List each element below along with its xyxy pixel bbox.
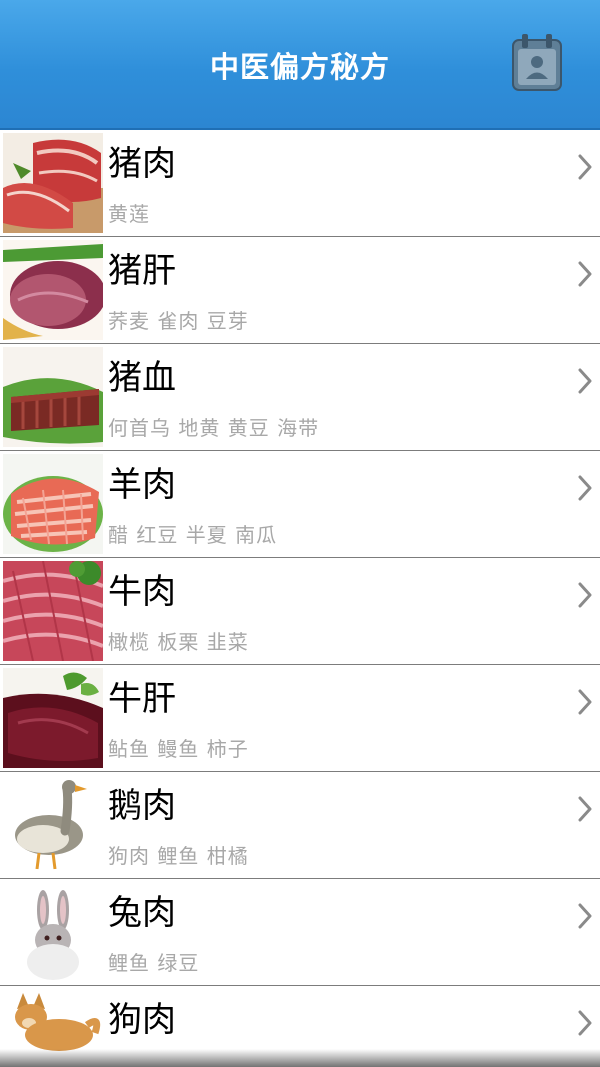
chevron-right-icon: [578, 368, 592, 394]
item-name: 猪肝: [108, 251, 176, 291]
item-name: 牛肉: [108, 572, 176, 612]
calendar-contact-icon[interactable]: [510, 32, 564, 94]
pig-blood-image: [3, 347, 103, 447]
app-screen: 中医偏方秘方 猪肉 黄莲 猪肝 荞麦 雀肉 豆芽 猪血 何首乌 地黄 黄豆 海带…: [0, 0, 600, 1067]
title-bar: 中医偏方秘方: [0, 0, 600, 130]
list-item[interactable]: 猪肝 荞麦 雀肉 豆芽: [0, 237, 600, 344]
mutton-image: [3, 454, 103, 554]
item-name: 猪肉: [108, 144, 176, 184]
chevron-right-icon: [578, 261, 592, 287]
pork-liver-image: [3, 240, 103, 340]
item-incompatible-foods: 何首乌 地黄 黄豆 海带: [108, 416, 320, 440]
list-item[interactable]: 兔肉 鲤鱼 绿豆: [0, 879, 600, 986]
bottom-edge-shadow: [0, 1049, 600, 1067]
item-incompatible-foods: 黄莲: [108, 202, 150, 226]
list-item[interactable]: 猪肉 黄莲: [0, 130, 600, 237]
chevron-right-icon: [578, 689, 592, 715]
item-name: 狗肉: [108, 1000, 176, 1040]
chevron-right-icon: [578, 154, 592, 180]
item-incompatible-foods: 狗肉 鲤鱼 柑橘: [108, 844, 249, 868]
chevron-right-icon: [578, 903, 592, 929]
chevron-right-icon: [578, 475, 592, 501]
item-name: 牛肝: [108, 679, 176, 719]
item-incompatible-foods: 鲇鱼 鳗鱼 柿子: [108, 737, 249, 761]
item-name: 羊肉: [108, 465, 176, 505]
beef-image: [3, 561, 103, 661]
chevron-right-icon: [578, 796, 592, 822]
item-name: 兔肉: [108, 893, 176, 933]
pork-image: [3, 133, 103, 233]
list-item[interactable]: 牛肉 橄榄 板栗 韭菜: [0, 558, 600, 665]
item-name: 鹅肉: [108, 786, 176, 826]
rabbit-image: [3, 882, 103, 982]
item-name: 猪血: [108, 358, 176, 398]
beef-liver-image: [3, 668, 103, 768]
item-incompatible-foods: 醋 红豆 半夏 南瓜: [108, 523, 278, 547]
chevron-right-icon: [578, 582, 592, 608]
item-incompatible-foods: 橄榄 板栗 韭菜: [108, 630, 249, 654]
food-list: 猪肉 黄莲 猪肝 荞麦 雀肉 豆芽 猪血 何首乌 地黄 黄豆 海带 羊肉 醋 红…: [0, 130, 600, 1067]
item-incompatible-foods: 荞麦 雀肉 豆芽: [108, 309, 249, 333]
chevron-right-icon: [578, 1010, 592, 1036]
list-item[interactable]: 牛肝 鲇鱼 鳗鱼 柿子: [0, 665, 600, 772]
goose-image: [3, 775, 103, 875]
list-item[interactable]: 鹅肉 狗肉 鲤鱼 柑橘: [0, 772, 600, 879]
item-incompatible-foods: 鲤鱼 绿豆: [108, 951, 200, 975]
list-item[interactable]: 羊肉 醋 红豆 半夏 南瓜: [0, 451, 600, 558]
list-item[interactable]: 猪血 何首乌 地黄 黄豆 海带: [0, 344, 600, 451]
